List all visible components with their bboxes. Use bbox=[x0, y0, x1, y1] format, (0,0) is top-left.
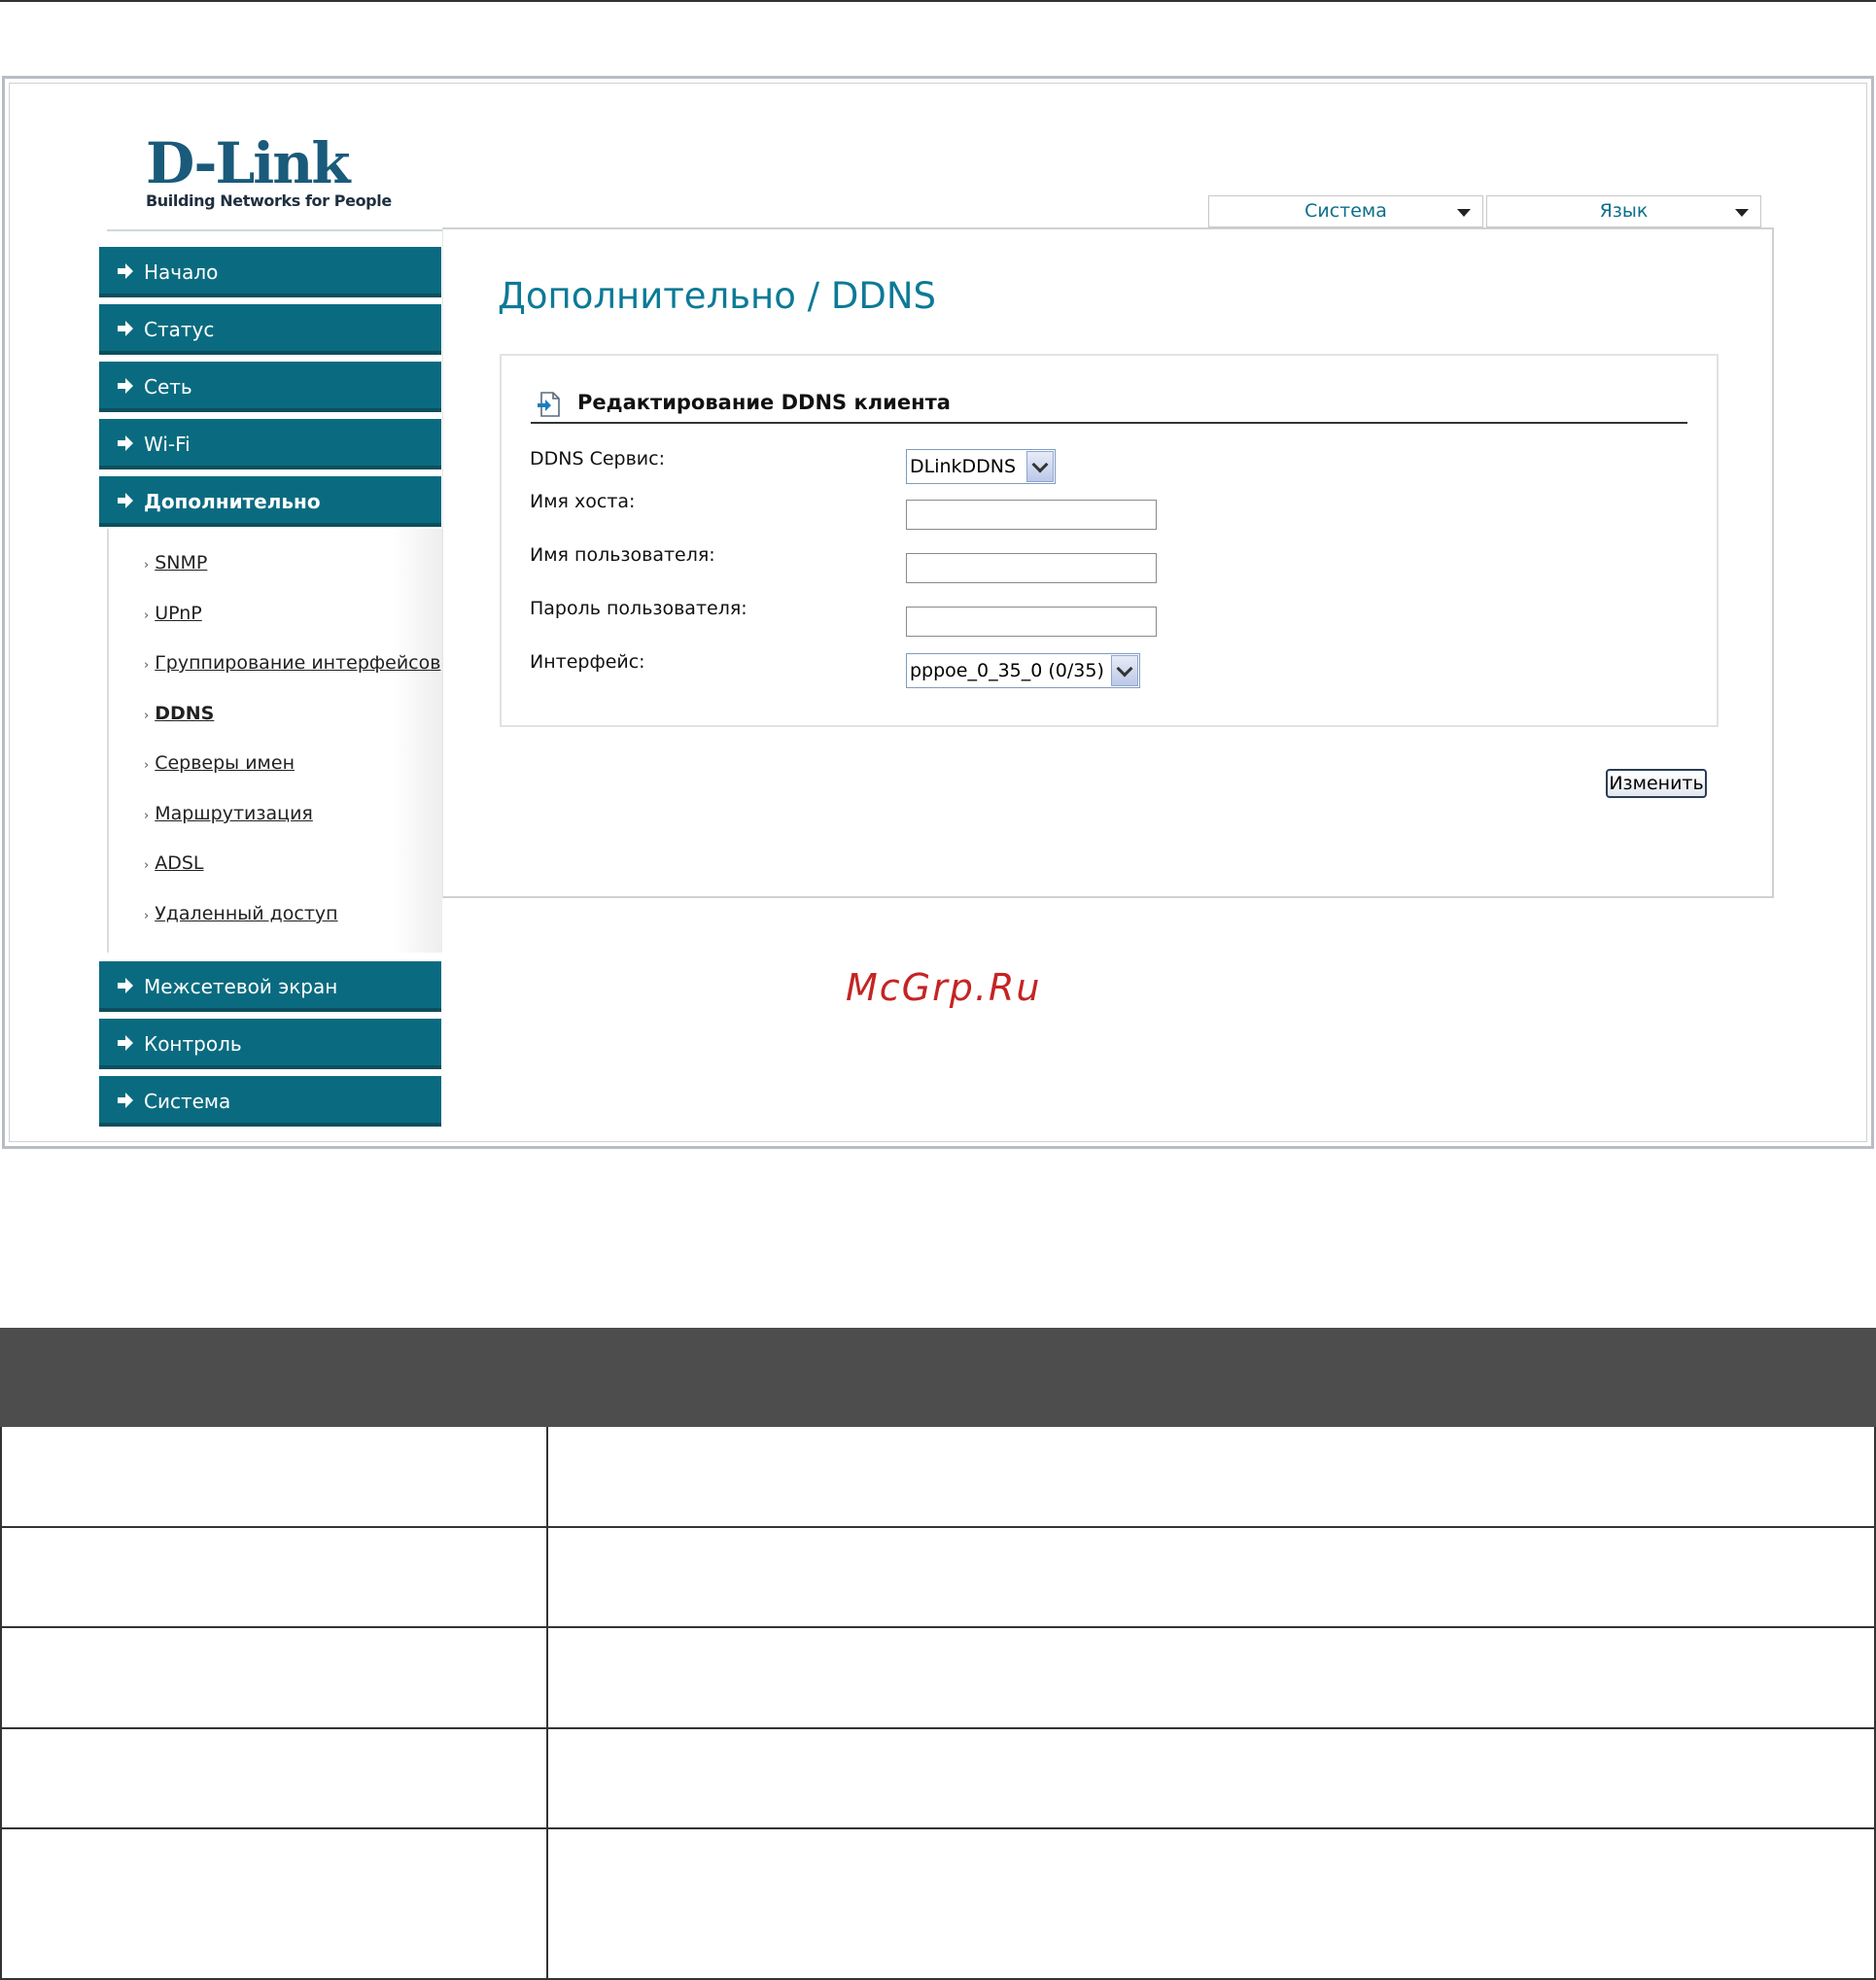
edit-document-icon bbox=[538, 392, 560, 417]
table-row bbox=[0, 1528, 1876, 1628]
change-button[interactable]: Изменить bbox=[1606, 769, 1707, 798]
sub-item-link[interactable]: SNMP bbox=[155, 552, 207, 573]
arrow-right-icon bbox=[118, 378, 133, 394]
chevron-right-icon: › bbox=[144, 558, 150, 573]
sub-item-link[interactable]: ADSL bbox=[155, 852, 203, 874]
table-row bbox=[0, 1829, 1876, 1980]
table-cell bbox=[0, 1427, 548, 1526]
logo-brand: D-Link bbox=[146, 130, 351, 196]
arrow-right-icon bbox=[118, 435, 133, 451]
nav-item-firewall[interactable]: Межсетевой экран bbox=[99, 961, 441, 1012]
sub-item-interface-grouping[interactable]: › Группирование интерфейсов bbox=[144, 652, 440, 674]
table-row bbox=[0, 1628, 1876, 1729]
table-cell bbox=[0, 1628, 548, 1727]
arrow-right-icon bbox=[118, 1093, 133, 1108]
nav-item-wifi[interactable]: Wi-Fi bbox=[99, 419, 441, 469]
interface-label: Интерфейс: bbox=[530, 651, 645, 673]
page-title: Дополнительно / DDNS bbox=[498, 275, 936, 317]
arrow-right-icon bbox=[118, 1035, 133, 1051]
sub-item-remote-access[interactable]: › Удаленный доступ bbox=[144, 903, 338, 924]
logo-tagline: Building Networks for People bbox=[146, 191, 392, 210]
password-label: Пароль пользователя: bbox=[530, 598, 747, 619]
language-menu-label: Язык bbox=[1599, 200, 1649, 222]
dlink-logo: D-Link Building Networks for People bbox=[146, 135, 392, 210]
nav-item-label: Сеть bbox=[144, 375, 192, 399]
chevron-down-icon bbox=[1457, 209, 1471, 217]
arrow-right-icon bbox=[118, 263, 133, 279]
page-top-rule bbox=[0, 0, 1876, 2]
nav-item-network[interactable]: Сеть bbox=[99, 362, 441, 412]
sub-item-link[interactable]: Маршрутизация bbox=[155, 803, 313, 824]
sub-item-link[interactable]: Удаленный доступ bbox=[155, 903, 337, 924]
nav-item-label: Контроль bbox=[144, 1032, 242, 1056]
section-divider bbox=[531, 422, 1687, 424]
chevron-right-icon: › bbox=[144, 758, 150, 773]
system-menu-label: Система bbox=[1304, 200, 1387, 222]
hostname-input[interactable] bbox=[906, 500, 1157, 530]
interface-value: pppoe_0_35_0 (0/35) bbox=[910, 660, 1104, 681]
arrow-right-icon bbox=[118, 321, 133, 336]
language-menu-dropdown[interactable]: Язык bbox=[1486, 195, 1761, 227]
chevron-right-icon: › bbox=[144, 809, 150, 823]
watermark: McGrp.Ru bbox=[846, 966, 1042, 1009]
hostname-label: Имя хоста: bbox=[530, 491, 636, 512]
chevron-down-icon bbox=[1735, 209, 1749, 217]
sub-item-link[interactable]: Группирование интерфейсов bbox=[155, 652, 440, 674]
username-input[interactable] bbox=[906, 553, 1157, 583]
chevron-down-icon bbox=[1026, 451, 1054, 482]
sub-item-name-servers[interactable]: › Серверы имен bbox=[144, 752, 295, 774]
nav-item-label: Дополнительно bbox=[144, 490, 321, 513]
sub-item-upnp[interactable]: › UPnP bbox=[144, 603, 202, 624]
ddns-service-label: DDNS Сервис: bbox=[530, 448, 665, 469]
nav-item-label: Начало bbox=[144, 261, 219, 284]
chevron-right-icon: › bbox=[144, 658, 150, 673]
chevron-right-icon: › bbox=[144, 858, 150, 873]
ddns-service-select[interactable]: DLinkDDNS bbox=[906, 449, 1056, 484]
sub-item-snmp[interactable]: › SNMP bbox=[144, 552, 207, 573]
table-header bbox=[0, 1328, 1876, 1427]
table-cell bbox=[0, 1528, 548, 1626]
arrow-right-icon bbox=[118, 978, 133, 993]
nav-item-label: Межсетевой экран bbox=[144, 975, 338, 998]
chevron-down-icon bbox=[1111, 655, 1138, 686]
section-title: Редактирование DDNS клиента bbox=[577, 391, 951, 414]
nav-item-control[interactable]: Контроль bbox=[99, 1019, 441, 1069]
table-cell bbox=[0, 1729, 548, 1827]
sub-item-link[interactable]: Серверы имен bbox=[155, 752, 295, 774]
table-row bbox=[0, 1427, 1876, 1528]
table-row bbox=[0, 1729, 1876, 1829]
nav-top-rule bbox=[107, 229, 442, 241]
table-cell bbox=[0, 1829, 548, 1978]
nav-item-system[interactable]: Система bbox=[99, 1076, 441, 1127]
nav-item-status[interactable]: Статус bbox=[99, 304, 441, 355]
ddns-service-value: DLinkDDNS bbox=[910, 456, 1017, 477]
chevron-right-icon: › bbox=[144, 709, 150, 723]
nav-item-label: Wi-Fi bbox=[144, 433, 191, 456]
sub-item-link[interactable]: DDNS bbox=[155, 703, 214, 724]
system-menu-dropdown[interactable]: Система bbox=[1208, 195, 1483, 227]
chevron-right-icon: › bbox=[144, 608, 150, 623]
sub-item-link[interactable]: UPnP bbox=[155, 603, 202, 624]
nav-item-advanced[interactable]: Дополнительно bbox=[99, 476, 441, 527]
sub-item-routing[interactable]: › Маршрутизация bbox=[144, 803, 313, 824]
sub-item-ddns[interactable]: › DDNS bbox=[144, 703, 214, 724]
nav-item-label: Статус bbox=[144, 318, 215, 341]
username-label: Имя пользователя: bbox=[530, 544, 715, 566]
nav-item-label: Система bbox=[144, 1090, 231, 1113]
interface-select[interactable]: pppoe_0_35_0 (0/35) bbox=[906, 653, 1140, 688]
password-input[interactable] bbox=[906, 607, 1157, 637]
chevron-right-icon: › bbox=[144, 909, 150, 923]
arrow-right-icon bbox=[118, 493, 133, 508]
nav-item-home[interactable]: Начало bbox=[99, 247, 441, 297]
advanced-submenu-panel bbox=[107, 529, 442, 953]
sub-item-adsl[interactable]: › ADSL bbox=[144, 852, 203, 874]
